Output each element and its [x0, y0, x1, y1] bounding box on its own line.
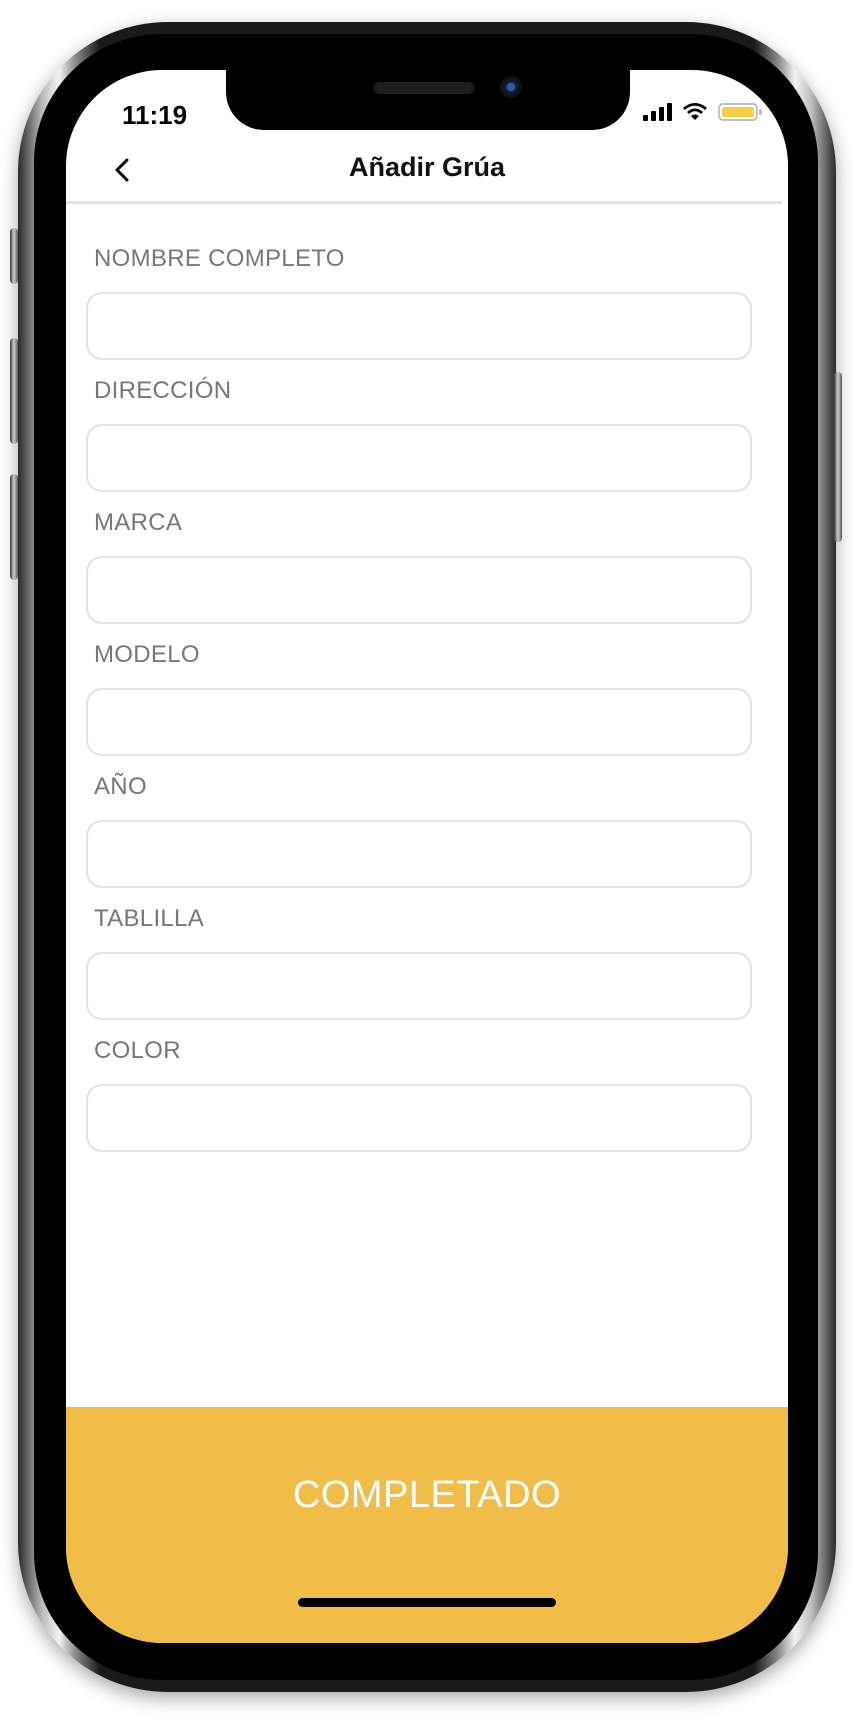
- field-nombre-completo: NOMBRE COMPLETO: [86, 244, 752, 360]
- add-crane-form: NOMBRE COMPLETO DIRECCIÓN MARCA MODELO A…: [86, 244, 752, 1168]
- phone-side-button-volume-down: [10, 474, 18, 580]
- field-label: MARCA: [94, 509, 183, 536]
- ano-input[interactable]: [86, 820, 752, 888]
- home-indicator[interactable]: [298, 1598, 556, 1607]
- phone-side-button-power: [834, 372, 842, 542]
- field-label: TABLILLA: [94, 905, 205, 932]
- marca-input[interactable]: [86, 556, 752, 624]
- field-label: AÑO: [94, 773, 147, 800]
- cellular-signal-icon: [643, 103, 672, 121]
- nombre-completo-input[interactable]: [86, 292, 752, 360]
- tablilla-input[interactable]: [86, 952, 752, 1020]
- wifi-icon: [683, 103, 707, 120]
- notch: [226, 70, 630, 130]
- battery-tip: [759, 109, 762, 115]
- phone-side-button-volume-up: [10, 338, 18, 444]
- header: Añadir Grúa: [66, 140, 788, 202]
- battery-icon: [718, 103, 762, 121]
- front-camera: [500, 76, 522, 98]
- complete-button[interactable]: COMPLETADO: [66, 1407, 788, 1643]
- field-modelo: MODELO: [86, 640, 752, 756]
- speaker-grille: [374, 82, 474, 94]
- header-divider: [66, 201, 782, 204]
- direccion-input[interactable]: [86, 424, 752, 492]
- field-marca: MARCA: [86, 508, 752, 624]
- field-label: MODELO: [94, 641, 200, 668]
- battery-fill: [722, 107, 754, 117]
- status-time: 11:19: [122, 100, 188, 130]
- phone-side-button-left-mute: [10, 228, 18, 284]
- field-color: COLOR: [86, 1036, 752, 1152]
- screen: 11:19 Añadir Grúa NOMBRE COMPLETO DIRECC…: [66, 70, 788, 1643]
- field-tablilla: TABLILLA: [86, 904, 752, 1020]
- field-label: NOMBRE COMPLETO: [94, 245, 345, 272]
- field-direccion: DIRECCIÓN: [86, 376, 752, 492]
- field-label: COLOR: [94, 1037, 181, 1064]
- status-icons: [643, 102, 762, 122]
- field-label: DIRECCIÓN: [94, 377, 232, 404]
- field-ano: AÑO: [86, 772, 752, 888]
- page-title: Añadir Grúa: [348, 152, 506, 182]
- color-input[interactable]: [86, 1084, 752, 1152]
- modelo-input[interactable]: [86, 688, 752, 756]
